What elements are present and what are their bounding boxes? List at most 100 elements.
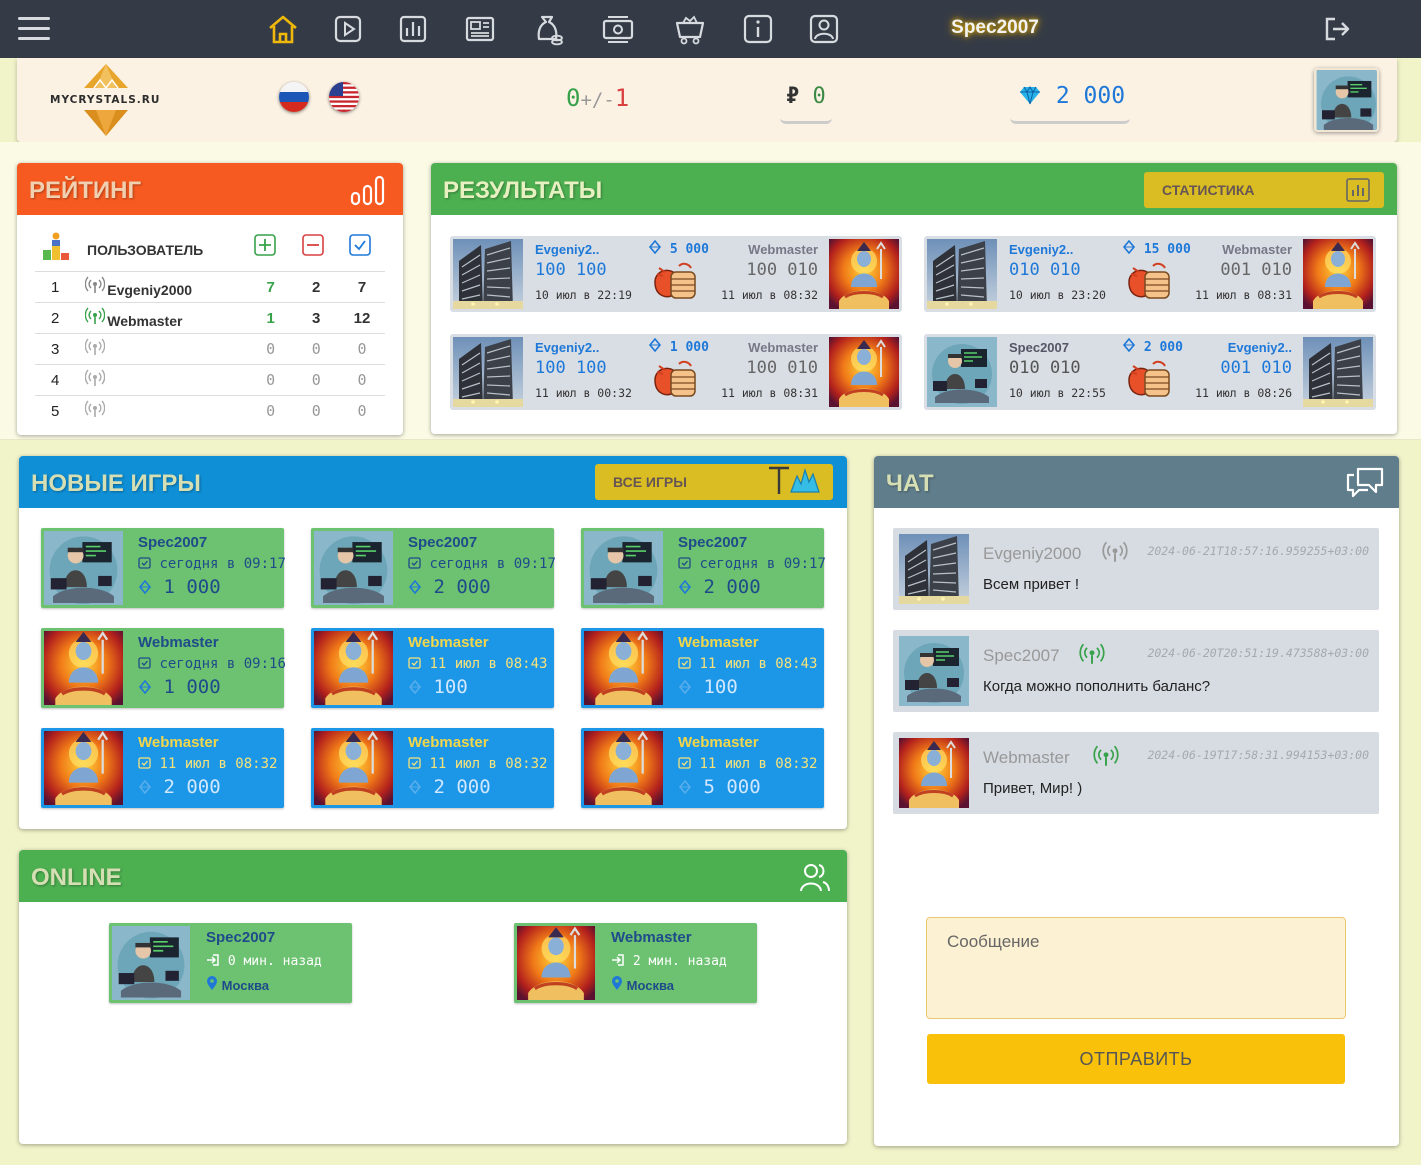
player-b-avatar[interactable] (1303, 337, 1373, 407)
player-b-avatar[interactable] (1303, 239, 1373, 309)
crystal-balance[interactable]: 2 000 (1010, 78, 1130, 124)
chat-avatar[interactable] (899, 534, 969, 604)
chat-message: Webmaster 2024-06-19T17:58:31.994153+03:0… (893, 732, 1379, 814)
rating-draws: 0 (338, 395, 385, 427)
game-card[interactable]: Spec2007 сегодня в 09:17 2 000 (311, 528, 556, 608)
new-games-panel: НОВЫЕ ИГРЫ ВСЕ ИГРЫ Spec2007 сегодня в 0… (19, 456, 847, 829)
game-card[interactable]: Webmaster сегодня в 09:16 1 000 (41, 628, 286, 708)
last-seen: 2 мин. назад (632, 954, 727, 969)
chat-avatar[interactable] (899, 738, 969, 808)
game-date: сегодня в 09:17 (159, 556, 286, 572)
message-input[interactable] (926, 917, 1346, 1019)
rating-rank: 2 (35, 302, 86, 334)
player-b-name[interactable]: Evgeniy2.. (1228, 340, 1292, 355)
game-card[interactable]: Webmaster 11 июл в 08:32 2 000 (41, 728, 284, 808)
info-icon[interactable] (740, 11, 776, 47)
player-a-date: 10 июл в 23:20 (1009, 288, 1106, 302)
player-a-score: 010 010 (1009, 260, 1081, 280)
statistics-button[interactable]: СТАТИСТИКА (1144, 172, 1384, 208)
chat-avatar[interactable] (899, 636, 969, 706)
rating-row[interactable]: 2 Webmaster 1 3 12 (35, 302, 385, 334)
rating-title: РЕЙТИНГ (17, 163, 403, 215)
chat-timestamp: 2024-06-19T17:58:31.994153+03:00 (1147, 748, 1369, 762)
game-amount: 1 000 (163, 676, 221, 698)
player-b-avatar[interactable] (829, 239, 899, 309)
logout-icon[interactable] (1322, 14, 1352, 44)
player-a-avatar[interactable] (453, 239, 523, 309)
rating-losses: 0 (293, 364, 339, 396)
crystal-value: 2 000 (1055, 83, 1126, 109)
game-card[interactable]: Webmaster 11 июл в 08:32 2 000 (311, 728, 554, 808)
mine-cart-icon[interactable] (672, 11, 708, 47)
usa-flag-icon[interactable] (329, 82, 359, 112)
chat-username[interactable]: Evgeniy2000 (983, 544, 1081, 564)
rating-losses: 3 (293, 302, 339, 334)
chat-username[interactable]: Spec2007 (983, 646, 1060, 666)
rating-draws: 0 (338, 364, 385, 396)
brand-name[interactable]: MYCRYSTALS.RU (50, 94, 160, 106)
score-wins: 0 (566, 84, 581, 112)
send-button[interactable]: ОТПРАВИТЬ (927, 1034, 1345, 1084)
play-icon[interactable] (330, 11, 366, 47)
game-card[interactable]: Webmaster 11 июл в 08:32 5 000 (581, 728, 824, 808)
rating-row[interactable]: 4000 (35, 364, 385, 396)
crystal-icon (408, 576, 422, 598)
chat-username[interactable]: Webmaster (983, 748, 1070, 768)
player-a-name[interactable]: Evgeniy2.. (535, 242, 599, 257)
all-games-button[interactable]: ВСЕ ИГРЫ (595, 464, 833, 500)
result-card[interactable]: Spec2007 2 000 Evgeniy2.. 010 010 001 010 10… (924, 334, 1376, 410)
game-card[interactable]: Webmaster 11 июл в 08:43 100 (311, 628, 554, 708)
player-a-avatar[interactable] (927, 337, 997, 407)
game-card[interactable]: Spec2007 сегодня в 09:17 1 000 (41, 528, 286, 608)
game-avatar (44, 531, 123, 605)
player-b-name[interactable]: Webmaster (748, 340, 818, 355)
location-pin-icon (206, 976, 218, 991)
stake: 5 000 (648, 240, 709, 257)
player-a-score: 100 100 (535, 358, 607, 378)
result-card[interactable]: Evgeniy2.. 15 000 Webmaster 010 010 001 010… (924, 236, 1376, 312)
game-card[interactable]: Spec2007 сегодня в 09:17 2 000 (581, 528, 826, 608)
russian-flag-icon[interactable] (279, 82, 309, 112)
rating-table: 1 Evgeniy2000 7 2 7 2 Webmaster 1 3 12 3 0 0 0 4 0 0 0 5 0 0… (35, 271, 385, 427)
current-username[interactable]: Spec2007 (940, 17, 1050, 39)
game-avatar (314, 731, 393, 805)
calendar-icon (408, 756, 421, 772)
player-a-name[interactable]: Evgeniy2.. (1009, 242, 1073, 257)
player-a-name[interactable]: Spec2007 (1009, 340, 1069, 355)
game-card[interactable]: Webmaster 11 июл в 08:43 100 (581, 628, 824, 708)
player-a-avatar[interactable] (453, 337, 523, 407)
money-bag-icon[interactable] (530, 11, 566, 47)
menu-icon[interactable] (18, 17, 50, 41)
rating-row[interactable]: 5000 (35, 395, 385, 427)
game-date: 11 июл в 08:32 (429, 756, 548, 772)
rating-username[interactable]: Evgeniy2000 (107, 282, 192, 298)
rating-rank: 3 (35, 333, 86, 365)
game-avatar (314, 631, 393, 705)
login-icon (206, 953, 220, 967)
rating-row[interactable]: 1 Evgeniy2000 7 2 7 (35, 271, 385, 303)
user-avatar[interactable] (1314, 68, 1379, 132)
player-b-name[interactable]: Webmaster (748, 242, 818, 257)
cash-icon[interactable] (600, 11, 636, 47)
player-a-avatar[interactable] (927, 239, 997, 309)
ruble-balance[interactable]: ₽ 0 (780, 78, 832, 124)
game-avatar (584, 531, 663, 605)
news-icon[interactable] (462, 11, 498, 47)
home-icon[interactable] (265, 11, 301, 47)
rating-row[interactable]: 3000 (35, 333, 385, 365)
result-card[interactable]: Evgeniy2.. 5 000 Webmaster 100 100 100 010 1… (450, 236, 902, 312)
chart-icon[interactable] (395, 11, 431, 47)
player-b-name[interactable]: Webmaster (1222, 242, 1292, 257)
online-user-card[interactable]: Webmaster 2 мин. назад Москва (514, 923, 757, 1003)
game-date: сегодня в 09:17 (429, 556, 556, 572)
result-card[interactable]: Evgeniy2.. 1 000 Webmaster 100 100 100 010 1… (450, 334, 902, 410)
chat-timestamp: 2024-06-21T18:57:16.959255+03:00 (1147, 544, 1369, 558)
chat-message: Spec2007 2024-06-20T20:51:19.473588+03:00… (893, 630, 1379, 712)
rating-losses: 2 (293, 271, 339, 303)
online-user-card[interactable]: Spec2007 0 мин. назад Москва (109, 923, 352, 1003)
player-b-avatar[interactable] (829, 337, 899, 407)
profile-icon[interactable] (806, 11, 842, 47)
rating-username[interactable]: Webmaster (107, 313, 182, 329)
player-a-name[interactable]: Evgeniy2.. (535, 340, 599, 355)
header-bar (17, 58, 1397, 142)
